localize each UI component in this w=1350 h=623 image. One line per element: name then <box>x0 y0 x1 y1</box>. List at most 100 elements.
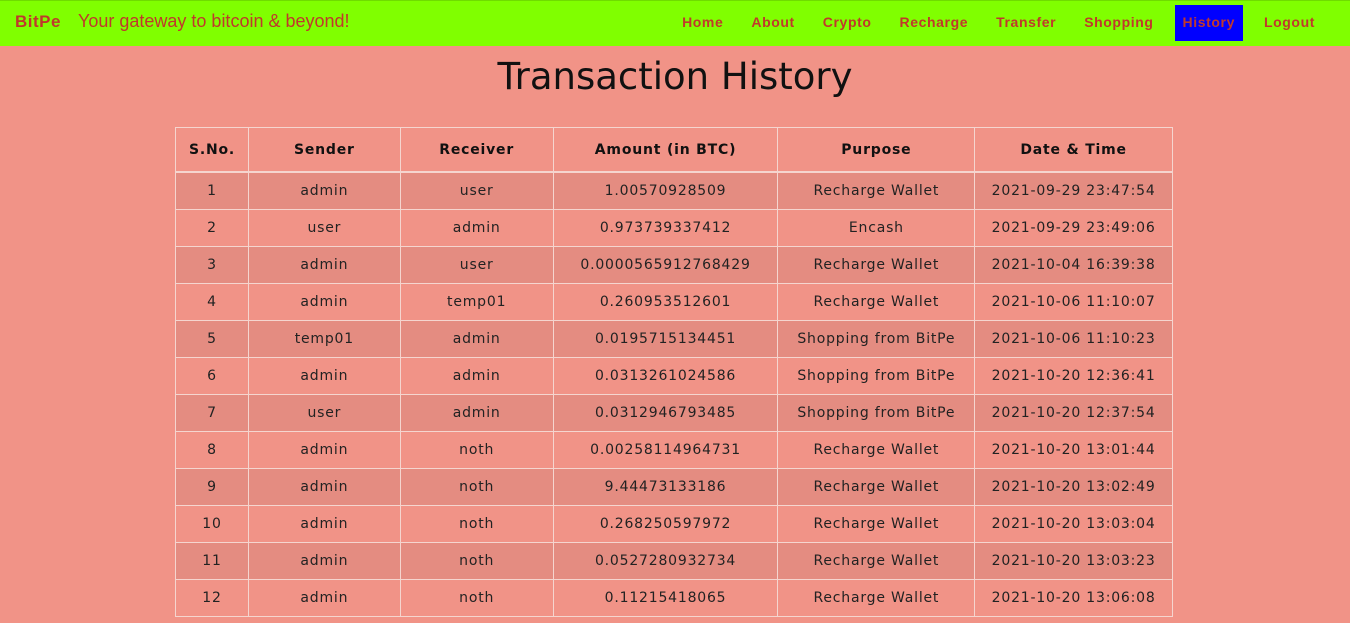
cell-receiver: admin <box>399 320 554 358</box>
nav-link-shopping[interactable]: Shopping <box>1070 5 1167 41</box>
cell-sno: 6 <box>175 357 249 395</box>
cell-purpose: Recharge Wallet <box>777 542 976 580</box>
cell-purpose: Encash <box>777 209 976 247</box>
table-row: 5 temp01 admin 0.0195715134451 Shopping from… <box>175 320 1173 358</box>
cell-amount: 0.00258114964731 <box>552 431 779 469</box>
cell-sno: 3 <box>175 246 249 284</box>
cell-receiver: user <box>399 171 554 210</box>
column-header-sno: S.No. <box>175 127 249 173</box>
table-row: 7 user admin 0.0312946793485 Shopping from B… <box>175 394 1173 432</box>
cell-sender: temp01 <box>247 320 401 358</box>
cell-purpose: Shopping from BitPe <box>777 320 976 358</box>
column-header-purpose: Purpose <box>777 127 976 173</box>
nav-links: Home About Crypto Recharge Transfer Shop… <box>668 5 1350 41</box>
cell-sno: 1 <box>175 171 249 210</box>
cell-sender: admin <box>247 505 401 543</box>
cell-amount: 0.0313261024586 <box>552 357 779 395</box>
column-header-amount: Amount (in BTC) <box>552 127 779 173</box>
cell-datetime: 2021-10-20 13:03:04 <box>974 505 1173 543</box>
cell-sno: 4 <box>175 283 249 321</box>
nav-link-home[interactable]: Home <box>668 5 737 41</box>
cell-amount: 1.00570928509 <box>552 171 779 210</box>
cell-sno: 9 <box>175 468 249 506</box>
cell-datetime: 2021-10-20 12:37:54 <box>974 394 1173 432</box>
cell-sno: 5 <box>175 320 249 358</box>
cell-purpose: Shopping from BitPe <box>777 357 976 395</box>
column-header-datetime: Date & Time <box>974 127 1173 173</box>
cell-receiver: noth <box>399 505 554 543</box>
column-header-receiver: Receiver <box>399 127 554 173</box>
transaction-history-table: S.No. Sender Receiver Amount (in BTC) Pu… <box>175 127 1173 617</box>
cell-purpose: Recharge Wallet <box>777 431 976 469</box>
cell-sender: user <box>247 209 401 247</box>
cell-datetime: 2021-10-20 13:06:08 <box>974 579 1173 617</box>
cell-amount: 0.973739337412 <box>552 209 779 247</box>
brand-logo[interactable]: BitPe <box>15 12 61 32</box>
nav-link-crypto[interactable]: Crypto <box>809 5 886 41</box>
nav-link-logout[interactable]: Logout <box>1250 5 1350 41</box>
cell-purpose: Recharge Wallet <box>777 579 976 617</box>
cell-sender: user <box>247 394 401 432</box>
cell-sender: admin <box>247 283 401 321</box>
cell-sno: 11 <box>175 542 249 580</box>
cell-amount: 0.0000565912768429 <box>552 246 779 284</box>
cell-sender: admin <box>247 246 401 284</box>
cell-purpose: Recharge Wallet <box>777 283 976 321</box>
cell-datetime: 2021-09-29 23:47:54 <box>974 171 1173 210</box>
table-row: 2 user admin 0.973739337412 Encash 2021-09-29… <box>175 209 1173 247</box>
table-row: 10 admin noth 0.268250597972 Recharge Wallet… <box>175 505 1173 543</box>
cell-datetime: 2021-10-06 11:10:23 <box>974 320 1173 358</box>
table-row: 9 admin noth 9.44473133186 Recharge Wallet 20… <box>175 468 1173 506</box>
cell-datetime: 2021-10-20 12:36:41 <box>974 357 1173 395</box>
nav-link-transfer[interactable]: Transfer <box>982 5 1070 41</box>
cell-datetime: 2021-09-29 23:49:06 <box>974 209 1173 247</box>
table-row: 12 admin noth 0.11215418065 Recharge Wallet 2… <box>175 579 1173 617</box>
cell-sno: 12 <box>175 579 249 617</box>
table-row: 3 admin user 0.0000565912768429 Recharge Wal… <box>175 246 1173 284</box>
cell-purpose: Shopping from BitPe <box>777 394 976 432</box>
cell-purpose: Recharge Wallet <box>777 468 976 506</box>
cell-purpose: Recharge Wallet <box>777 246 976 284</box>
nav-link-history[interactable]: History <box>1174 5 1243 41</box>
table-row: 1 admin user 1.00570928509 Recharge Wallet 20… <box>175 171 1173 210</box>
cell-sno: 2 <box>175 209 249 247</box>
cell-amount: 0.260953512601 <box>552 283 779 321</box>
cell-amount: 9.44473133186 <box>552 468 779 506</box>
cell-receiver: noth <box>399 431 554 469</box>
table-row: 11 admin noth 0.0527280932734 Recharge Walle… <box>175 542 1173 580</box>
cell-amount: 0.268250597972 <box>552 505 779 543</box>
cell-sender: admin <box>247 468 401 506</box>
table-header-row: S.No. Sender Receiver Amount (in BTC) Pu… <box>175 127 1173 173</box>
cell-sender: admin <box>247 431 401 469</box>
cell-sender: admin <box>247 357 401 395</box>
table-body: 1 admin user 1.00570928509 Recharge Wallet 20… <box>175 171 1173 617</box>
cell-sender: admin <box>247 579 401 617</box>
cell-amount: 0.11215418065 <box>552 579 779 617</box>
cell-receiver: temp01 <box>399 283 554 321</box>
brand-tagline: Your gateway to bitcoin & beyond! <box>78 11 350 31</box>
table-row: 4 admin temp01 0.260953512601 Recharge Walle… <box>175 283 1173 321</box>
cell-receiver: admin <box>399 209 554 247</box>
cell-sender: admin <box>247 542 401 580</box>
cell-receiver: noth <box>399 579 554 617</box>
top-navbar: BitPe Your gateway to bitcoin & beyond! … <box>0 0 1350 46</box>
cell-amount: 0.0195715134451 <box>552 320 779 358</box>
cell-receiver: admin <box>399 357 554 395</box>
cell-datetime: 2021-10-20 13:01:44 <box>974 431 1173 469</box>
cell-sno: 8 <box>175 431 249 469</box>
cell-amount: 0.0527280932734 <box>552 542 779 580</box>
cell-receiver: noth <box>399 542 554 580</box>
cell-sender: admin <box>247 171 401 210</box>
cell-receiver: admin <box>399 394 554 432</box>
cell-datetime: 2021-10-20 13:02:49 <box>974 468 1173 506</box>
cell-datetime: 2021-10-20 13:03:23 <box>974 542 1173 580</box>
table-row: 8 admin noth 0.00258114964731 Recharge Walle… <box>175 431 1173 469</box>
nav-link-about[interactable]: About <box>737 5 808 41</box>
table-row: 6 admin admin 0.0313261024586 Shopping from … <box>175 357 1173 395</box>
cell-receiver: user <box>399 246 554 284</box>
cell-purpose: Recharge Wallet <box>777 171 976 210</box>
cell-datetime: 2021-10-06 11:10:07 <box>974 283 1173 321</box>
cell-sno: 7 <box>175 394 249 432</box>
cell-receiver: noth <box>399 468 554 506</box>
nav-link-recharge[interactable]: Recharge <box>886 5 983 41</box>
